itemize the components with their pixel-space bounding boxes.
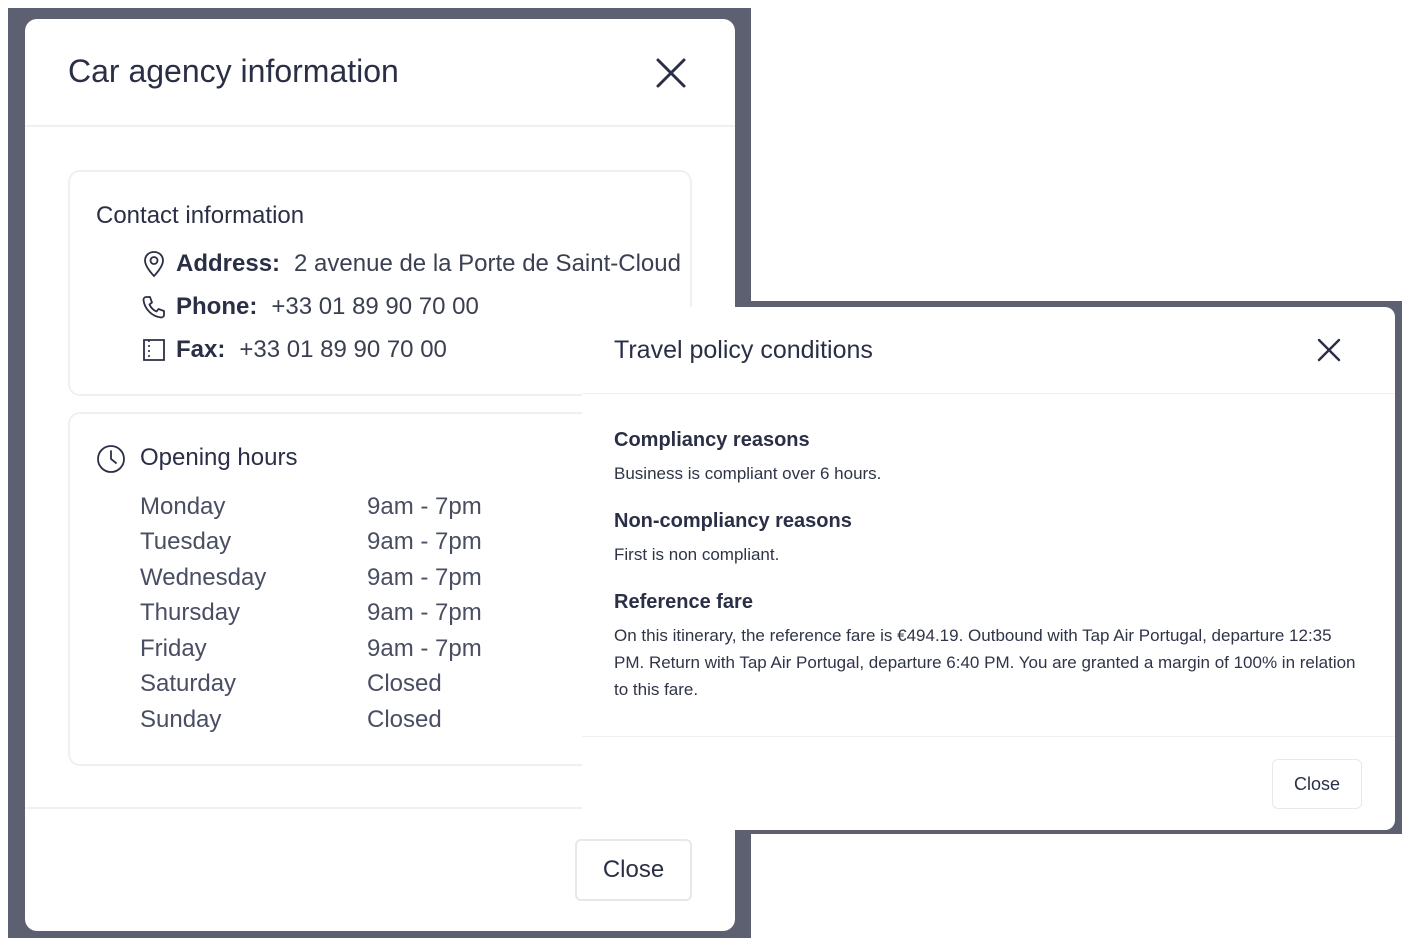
non-compliancy-heading: Non-compliancy reasons (614, 510, 852, 532)
fax-row: Fax: +33 01 89 90 70 00 (140, 336, 447, 364)
clock-icon (96, 444, 126, 474)
day-label: Sunday (140, 706, 222, 733)
phone-value: +33 01 89 90 70 00 (271, 293, 479, 320)
header-divider (582, 393, 1395, 394)
header-divider (25, 125, 735, 127)
time-value: 9am - 7pm (367, 599, 482, 626)
phone-icon (140, 293, 168, 321)
modal-title: Travel policy conditions (614, 336, 873, 364)
compliancy-text: Business is compliant over 6 hours. (614, 464, 882, 483)
time-value: 9am - 7pm (367, 635, 482, 662)
time-value: 9am - 7pm (367, 564, 482, 591)
contact-heading: Contact information (96, 202, 305, 229)
compliancy-heading: Compliancy reasons (614, 429, 810, 451)
opening-hours-heading: Opening hours (140, 444, 298, 471)
phone-label: Phone: (176, 293, 258, 320)
time-value: Closed (367, 670, 442, 697)
time-value: Closed (367, 706, 442, 733)
footer-divider (582, 736, 1395, 737)
reference-fare-text: On this itinerary, the reference fare is… (614, 626, 1356, 699)
day-label: Friday (140, 635, 207, 662)
time-value: 9am - 7pm (367, 528, 482, 555)
non-compliancy-text: First is non compliant. (614, 545, 780, 564)
close-button[interactable]: Close (575, 839, 692, 901)
modal-title: Car agency information (68, 53, 399, 89)
location-pin-icon (140, 250, 168, 278)
close-icon[interactable] (653, 55, 689, 91)
fax-label: Fax: (176, 336, 226, 363)
address-row: Address: 2 avenue de la Porte de Saint-C… (140, 250, 681, 278)
reference-fare-heading: Reference fare (614, 591, 753, 613)
day-label: Tuesday (140, 528, 232, 555)
close-button[interactable]: Close (1272, 759, 1362, 809)
address-label: Address: (176, 250, 281, 277)
day-label: Thursday (140, 599, 241, 626)
day-label: Wednesday (140, 564, 267, 591)
travel-policy-modal: Travel policy conditions Compliancy reas… (582, 307, 1395, 830)
day-label: Monday (140, 493, 226, 520)
day-label: Saturday (140, 670, 237, 697)
close-icon[interactable] (1314, 335, 1344, 365)
fax-document-icon (140, 336, 168, 364)
fax-value: +33 01 89 90 70 00 (239, 336, 447, 363)
phone-row: Phone: +33 01 89 90 70 00 (140, 293, 479, 321)
time-value: 9am - 7pm (367, 493, 482, 520)
address-value: 2 avenue de la Porte de Saint-Cloud (294, 250, 681, 277)
